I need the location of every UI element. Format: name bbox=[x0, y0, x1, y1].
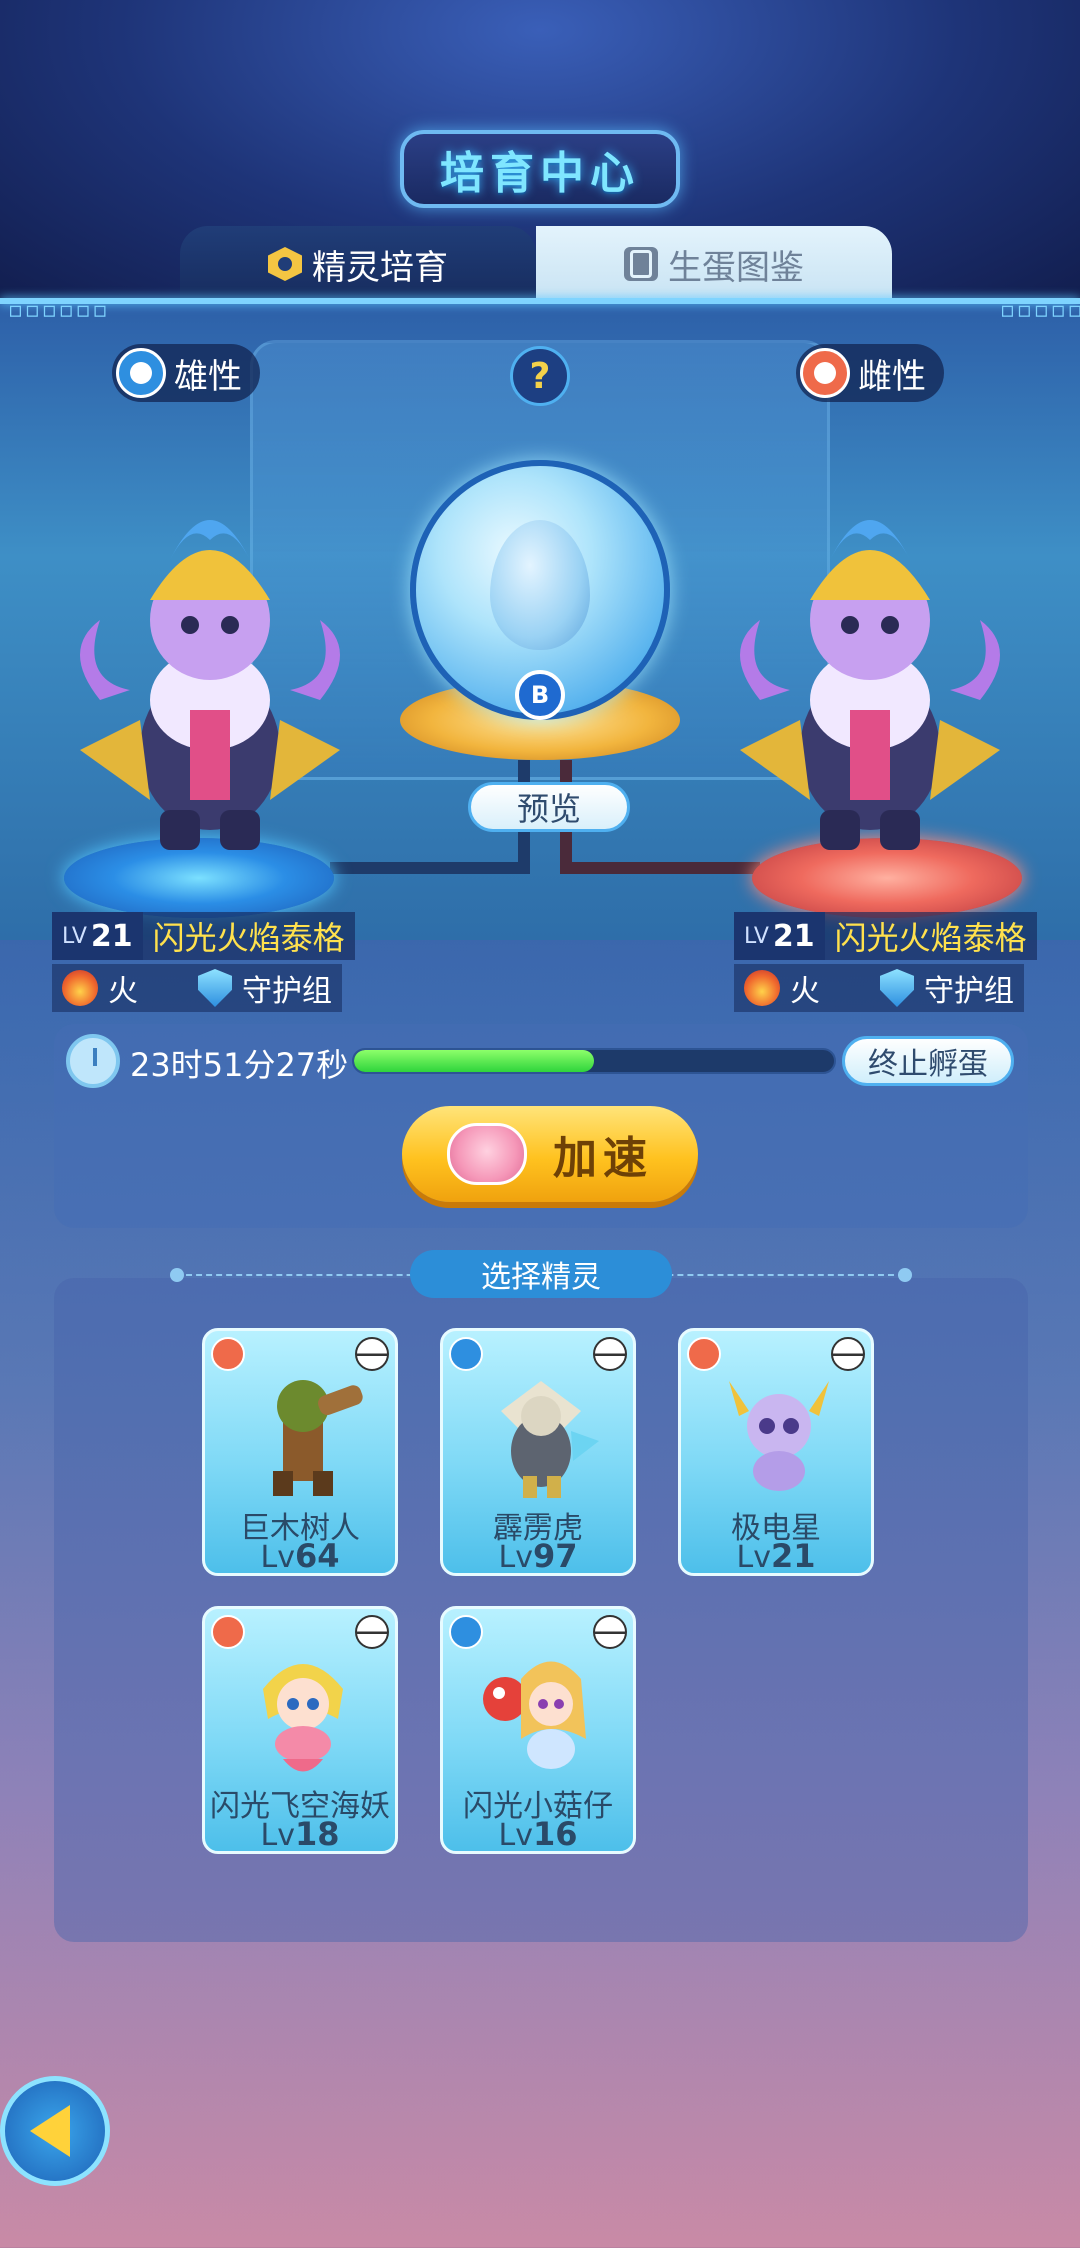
female-group: 守护组 bbox=[924, 974, 1014, 1009]
water-type-icon bbox=[449, 1615, 483, 1649]
stop-hatching-button[interactable]: 终止孵蛋 bbox=[842, 1036, 1014, 1086]
egg-grade-badge: B bbox=[515, 670, 565, 720]
female-level: 21 bbox=[772, 918, 815, 954]
capture-ball-icon bbox=[831, 1337, 865, 1371]
tab-label: 生蛋图鉴 bbox=[668, 247, 804, 288]
capture-ball-icon bbox=[593, 1615, 627, 1649]
male-pet-name: 闪光火焰泰格 bbox=[152, 919, 345, 957]
male-element: 火 bbox=[108, 974, 138, 1009]
level-prefix: LV bbox=[62, 923, 87, 949]
fire-element-icon bbox=[62, 970, 98, 1006]
fire-type-icon bbox=[211, 1337, 245, 1371]
female-label: 雌性 bbox=[858, 356, 926, 397]
selection-title: 选择精灵 bbox=[410, 1250, 672, 1298]
pet-card[interactable]: 闪光飞空海妖 Lv18 bbox=[202, 1606, 398, 1854]
male-icon bbox=[116, 348, 166, 398]
stopwatch-icon bbox=[66, 1034, 120, 1088]
pet-card-level: Lv64 bbox=[260, 1537, 340, 1575]
page-title: 培育中心 bbox=[440, 148, 640, 199]
right-decor-marks: ▫▫▫▫▫▫ bbox=[1000, 298, 1080, 323]
hatch-progress-bar bbox=[352, 1048, 836, 1074]
water-type-icon bbox=[449, 1337, 483, 1371]
shield-icon bbox=[198, 969, 232, 1007]
female-level-box: LV 21 bbox=[734, 912, 825, 960]
help-button[interactable]: ? bbox=[510, 346, 570, 406]
left-decor-marks: ▫▫▫▫▫▫ bbox=[8, 298, 110, 323]
pet-card-level: Lv97 bbox=[498, 1537, 578, 1575]
pet-sprite bbox=[729, 1381, 829, 1491]
tab-egg-catalog[interactable]: 生蛋图鉴 bbox=[536, 226, 892, 302]
level-prefix: LV bbox=[744, 923, 769, 949]
capture-ball-icon bbox=[355, 1615, 389, 1649]
female-pet-name: 闪光火焰泰格 bbox=[834, 919, 1027, 957]
tab-label: 精灵培育 bbox=[312, 247, 448, 288]
divider-dot bbox=[170, 1268, 184, 1282]
male-pet-sprite[interactable] bbox=[40, 500, 380, 860]
female-element: 火 bbox=[790, 974, 820, 1009]
capture-ball-icon bbox=[593, 1337, 627, 1371]
preview-button[interactable]: 预览 bbox=[468, 782, 630, 832]
pet-card[interactable]: 霹雳虎 Lv97 bbox=[440, 1328, 636, 1576]
male-pet-attributes: 火 守护组 bbox=[52, 964, 342, 1012]
speed-up-label: 加速 bbox=[553, 1133, 653, 1184]
tab-pet-breeding[interactable]: 精灵培育 bbox=[180, 226, 536, 302]
capture-ball-icon bbox=[355, 1337, 389, 1371]
back-button[interactable] bbox=[0, 2076, 110, 2186]
pet-card[interactable]: 极电星 Lv21 bbox=[678, 1328, 874, 1576]
pet-sprite bbox=[483, 1661, 586, 1769]
speed-up-button[interactable]: 加速 bbox=[402, 1106, 698, 1202]
fire-element-icon bbox=[744, 970, 780, 1006]
right-pipe bbox=[560, 862, 760, 874]
divider-dot bbox=[898, 1268, 912, 1282]
fire-type-icon bbox=[211, 1615, 245, 1649]
female-pet-attributes: 火 守护组 bbox=[734, 964, 1024, 1012]
speed-mascot-icon bbox=[447, 1123, 527, 1185]
hatch-progress-fill bbox=[354, 1050, 594, 1072]
female-icon bbox=[800, 348, 850, 398]
female-pet-sprite[interactable] bbox=[700, 500, 1040, 860]
male-label: 雄性 bbox=[174, 356, 242, 397]
hatch-remaining-time: 23时51分27秒 bbox=[130, 1046, 349, 1084]
pet-card-level: Lv21 bbox=[736, 1537, 816, 1575]
male-level: 21 bbox=[90, 918, 133, 954]
pet-card-level: Lv16 bbox=[498, 1815, 578, 1853]
male-pet-info: LV 21 闪光火焰泰格 bbox=[52, 912, 355, 960]
header-divider bbox=[0, 298, 1080, 304]
male-level-box: LV 21 bbox=[52, 912, 143, 960]
pet-sprite bbox=[273, 1380, 363, 1496]
female-pet-info: LV 21 闪光火焰泰格 bbox=[734, 912, 1037, 960]
pet-sprite bbox=[263, 1664, 343, 1772]
male-badge: 雄性 bbox=[112, 344, 260, 402]
page-title-plate: 培育中心 bbox=[400, 130, 680, 208]
hexagon-icon bbox=[268, 247, 302, 281]
fire-type-icon bbox=[687, 1337, 721, 1371]
male-group: 守护组 bbox=[242, 974, 332, 1009]
pet-card-level: Lv18 bbox=[260, 1815, 340, 1853]
back-arrow-icon bbox=[30, 2105, 70, 2157]
shield-icon bbox=[880, 969, 914, 1007]
egg-book-icon bbox=[624, 247, 658, 281]
pet-sprite bbox=[501, 1381, 599, 1498]
left-pipe bbox=[330, 862, 530, 874]
pet-card[interactable]: 巨木树人 Lv64 bbox=[202, 1328, 398, 1576]
pet-card[interactable]: 闪光小菇仔 Lv16 bbox=[440, 1606, 636, 1854]
female-badge: 雌性 bbox=[796, 344, 944, 402]
